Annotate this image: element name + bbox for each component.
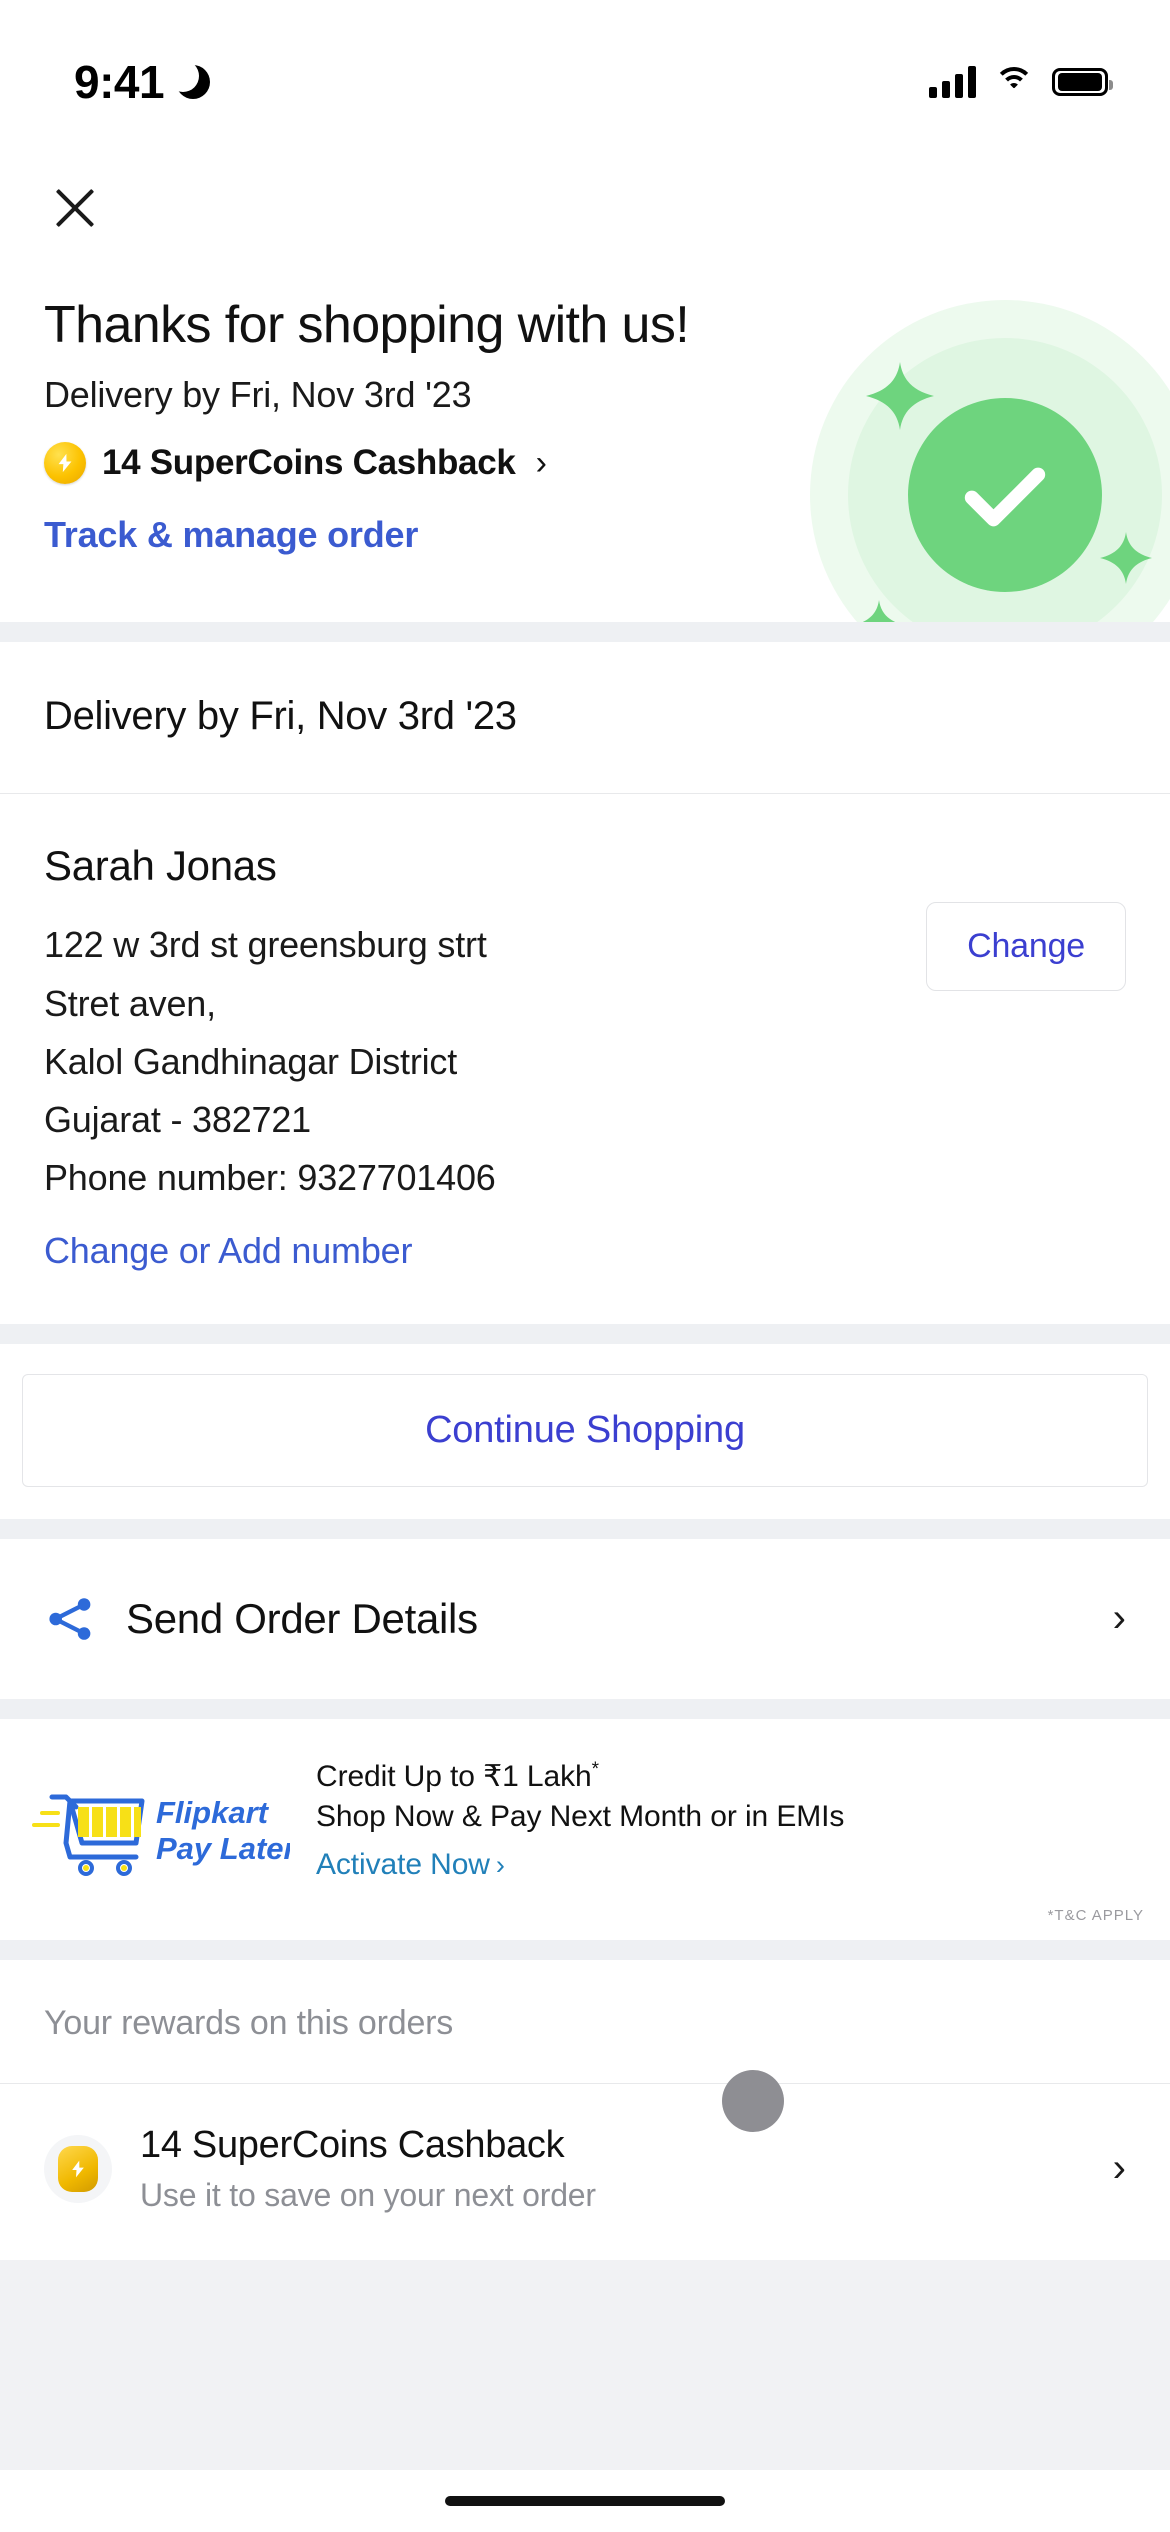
sparkle-icon bbox=[866, 362, 934, 430]
activate-now-label: Activate Now bbox=[316, 1847, 490, 1881]
phone-number: Phone number: 9327701406 bbox=[44, 1157, 496, 1199]
terms-note: *T&C APPLY bbox=[0, 1896, 1170, 1940]
delivery-address-section: Sarah Jonas 122 w 3rd st greensburg strt… bbox=[0, 794, 1170, 1324]
supercoin-bolt-icon bbox=[44, 442, 86, 485]
chevron-right-icon: › bbox=[535, 443, 547, 482]
battery-full-icon bbox=[1052, 68, 1113, 96]
cellular-bars-icon bbox=[929, 66, 976, 98]
status-bar: 9:41 bbox=[0, 0, 1170, 150]
pay-later-headline-text: Credit Up to ₹1 Lakh bbox=[316, 1759, 592, 1793]
home-indicator-area bbox=[0, 2470, 1170, 2532]
address-line-4: Gujarat - 382721 bbox=[44, 1099, 311, 1141]
supercoins-cashback-label: 14 SuperCoins Cashback bbox=[102, 443, 516, 483]
continue-shopping-button[interactable]: Continue Shopping bbox=[22, 1373, 1148, 1487]
home-indicator[interactable] bbox=[445, 2496, 725, 2506]
status-time: 9:41 bbox=[74, 56, 165, 108]
rewards-section-title: Your rewards on this orders bbox=[44, 2003, 454, 2042]
success-check-icon bbox=[770, 300, 1170, 623]
supercoin-bolt-icon bbox=[44, 2134, 112, 2203]
reward-item-text: 14 SuperCoins Cashback Use it to save on… bbox=[140, 2124, 1085, 2214]
flipkart-pay-later-logo: Flipkart Pay Later bbox=[30, 1753, 290, 1887]
reward-item-title: 14 SuperCoins Cashback bbox=[140, 2123, 565, 2166]
chevron-right-icon: › bbox=[1112, 1596, 1126, 1641]
send-order-details-row[interactable]: Send Order Details › bbox=[0, 1538, 1170, 1699]
chevron-right-icon: › bbox=[1112, 2146, 1126, 2191]
delivery-date-text: Delivery by Fri, Nov 3rd '23 bbox=[44, 694, 517, 739]
pay-later-banner[interactable]: Flipkart Pay Later Credit Up to ₹1 Lakh*… bbox=[0, 1718, 1170, 1897]
app-screen: 9:41 Thanks for shopping with us! Delive… bbox=[0, 0, 1170, 2532]
close-icon[interactable] bbox=[44, 176, 106, 238]
send-order-details-label: Send Order Details bbox=[126, 1594, 478, 1642]
status-bar-left: 9:41 bbox=[0, 41, 211, 109]
delivery-summary-section: Delivery by Fri, Nov 3rd '23 bbox=[0, 642, 1170, 794]
address-line-3: Kalol Gandhinagar District bbox=[44, 1040, 458, 1082]
change-or-add-number-link[interactable]: Change or Add number bbox=[44, 1230, 1126, 1272]
touch-pointer-indicator bbox=[722, 2069, 784, 2132]
crescent-moon-icon bbox=[167, 60, 211, 99]
reward-item-row[interactable]: 14 SuperCoins Cashback Use it to save on… bbox=[0, 2069, 1170, 2260]
section-divider bbox=[0, 622, 1170, 643]
header-bar bbox=[0, 150, 1170, 238]
pay-later-copy: Credit Up to ₹1 Lakh* Shop Now & Pay Nex… bbox=[316, 1753, 1140, 1882]
share-icon bbox=[44, 1593, 96, 1645]
rewards-section-header: Your rewards on this orders bbox=[0, 1959, 1170, 2083]
asterisk-mark: * bbox=[591, 1758, 599, 1780]
sparkle-icon bbox=[1100, 532, 1152, 584]
change-address-button[interactable]: Change bbox=[926, 902, 1126, 992]
pay-later-headline: Credit Up to ₹1 Lakh* bbox=[316, 1759, 1140, 1794]
reward-item-subtitle: Use it to save on your next order bbox=[140, 2176, 596, 2213]
wifi-icon bbox=[994, 67, 1034, 97]
order-success-hero: Thanks for shopping with us! Delivery by… bbox=[0, 238, 1170, 623]
svg-text:Flipkart: Flipkart bbox=[156, 1795, 270, 1830]
recipient-name: Sarah Jonas bbox=[44, 842, 277, 890]
chevron-right-icon: › bbox=[495, 1849, 505, 1880]
sparkle-icon bbox=[854, 600, 904, 623]
section-divider bbox=[0, 1518, 1170, 1539]
status-bar-right bbox=[929, 52, 1113, 98]
pay-later-subline: Shop Now & Pay Next Month or in EMIs bbox=[316, 1799, 845, 1833]
continue-shopping-section: Continue Shopping bbox=[0, 1343, 1170, 1519]
section-divider bbox=[0, 1698, 1170, 1719]
svg-text:Pay Later: Pay Later bbox=[156, 1831, 290, 1866]
activate-now-link[interactable]: Activate Now › bbox=[316, 1848, 1140, 1882]
section-divider bbox=[0, 1323, 1170, 1344]
section-divider bbox=[0, 1939, 1170, 1960]
